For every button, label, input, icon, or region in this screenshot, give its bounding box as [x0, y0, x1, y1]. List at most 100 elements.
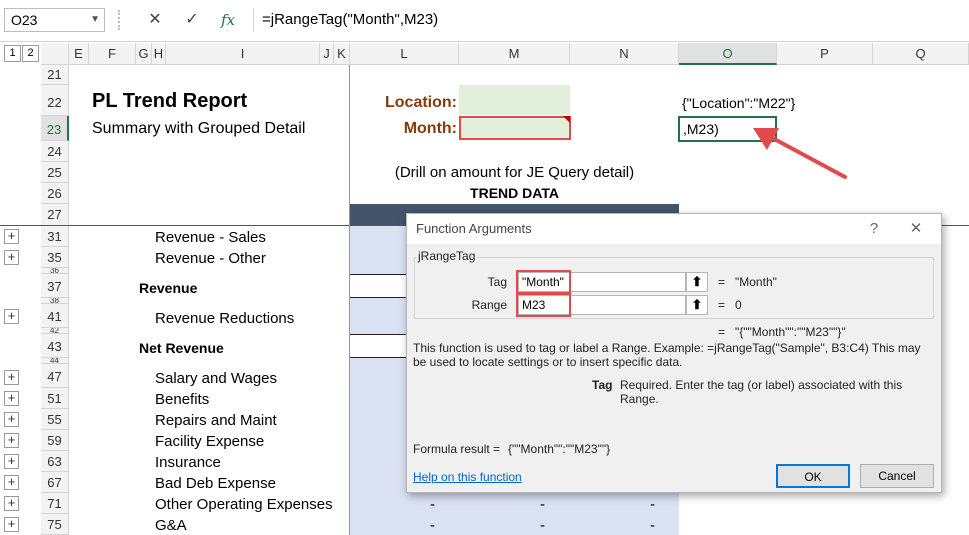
month-input-cell[interactable] [459, 116, 571, 140]
row-header-63[interactable]: 63 [41, 451, 69, 472]
enter-icon[interactable]: ✓ [180, 8, 204, 32]
col-header-j[interactable]: J [320, 43, 334, 65]
range-label: Range [471, 298, 507, 312]
row-header-47[interactable]: 47 [41, 364, 69, 388]
o23-cell[interactable]: ,M23) [683, 121, 719, 137]
expand-group-63[interactable]: + [4, 454, 19, 469]
row-header-35[interactable]: 35 [41, 247, 69, 268]
tag-highlight [516, 270, 571, 294]
line-item-facility-expense: Facility Expense [155, 433, 265, 450]
col-header-e[interactable]: E [69, 43, 89, 65]
col-header-g[interactable]: G [136, 43, 152, 65]
col-header-q[interactable]: Q [873, 43, 969, 65]
comment-indicator [563, 116, 570, 123]
line-item-revenue-reductions: Revenue Reductions [155, 310, 295, 327]
row-header-25[interactable]: 25 [41, 162, 69, 183]
expand-group-75[interactable]: + [4, 517, 19, 532]
outline-level-2[interactable]: 2 [22, 45, 39, 62]
row-header-43[interactable]: 43 [41, 334, 69, 358]
row-header-24[interactable]: 24 [41, 141, 69, 162]
report-title: PL Trend Report [92, 90, 248, 112]
formula-result-label: Formula result = [413, 442, 501, 456]
insert-function-icon[interactable]: fx [216, 8, 240, 32]
tag-collapse-icon[interactable]: ⬆ [686, 272, 708, 292]
overall-equals: = [718, 325, 726, 339]
cancel-button[interactable]: Cancel [860, 464, 934, 488]
col-header-p[interactable]: P [777, 43, 873, 65]
row-header-23[interactable]: 23 [41, 116, 69, 141]
overall-result: "{""Month"":""M23""}" [735, 325, 846, 339]
line-item-salary-wages: Salary and Wages [155, 370, 278, 387]
row-header-51[interactable]: 51 [41, 388, 69, 409]
function-description: This function is used to tag or label a … [413, 341, 921, 369]
value-m71[interactable]: - [540, 496, 545, 513]
range-collapse-icon[interactable]: ⬆ [686, 295, 708, 315]
row-header-26[interactable]: 26 [41, 183, 69, 204]
line-item-repairs-maint: Repairs and Maint [155, 412, 277, 429]
formula-bar: O23 ▼ ✕ ✓ fx =jRangeTag("Month",M23) [0, 0, 969, 42]
row-header-31[interactable]: 31 [41, 226, 69, 247]
col-header-m[interactable]: M [459, 43, 570, 65]
row-header-22[interactable]: 22 [41, 85, 69, 116]
select-all-corner[interactable] [41, 43, 69, 65]
row-header-71[interactable]: 71 [41, 493, 69, 514]
col-header-n[interactable]: N [570, 43, 679, 65]
location-input-cell[interactable] [459, 85, 570, 115]
o22-cell[interactable]: {"Location":"M22"} [682, 95, 795, 111]
chevron-down-icon[interactable]: ▼ [90, 9, 100, 31]
line-item-benefits: Benefits [155, 391, 210, 408]
report-subtitle: Summary with Grouped Detail [92, 120, 306, 137]
help-icon[interactable]: ? [859, 214, 889, 244]
range-result: 0 [735, 298, 742, 312]
outline-level-1[interactable]: 1 [4, 45, 21, 62]
expand-group-51[interactable]: + [4, 391, 19, 406]
expand-group-67[interactable]: + [4, 475, 19, 490]
row-header-59[interactable]: 59 [41, 430, 69, 451]
col-header-l[interactable]: L [350, 43, 459, 65]
col-header-o[interactable]: O [679, 43, 777, 65]
row-header-37[interactable]: 37 [41, 274, 69, 298]
col-header-f[interactable]: F [89, 43, 136, 65]
line-item-g-and-a: G&A [155, 517, 187, 534]
splitter[interactable] [118, 10, 120, 30]
expand-group-47[interactable]: + [4, 370, 19, 385]
line-item-revenue-sales: Revenue - Sales [155, 229, 266, 246]
row-header-67[interactable]: 67 [41, 472, 69, 493]
row-header-21[interactable]: 21 [41, 65, 69, 85]
formula-input[interactable]: =jRangeTag("Month",M23) [253, 8, 969, 32]
expand-group-41[interactable]: + [4, 309, 19, 324]
row-header-75[interactable]: 75 [41, 514, 69, 535]
value-l75[interactable]: - [430, 517, 435, 534]
value-n71[interactable]: - [650, 496, 655, 513]
drill-note: (Drill on amount for JE Query detail) [394, 164, 635, 181]
row-header-27[interactable]: 27 [41, 204, 69, 226]
line-item-insurance: Insurance [155, 454, 221, 471]
col-header-h[interactable]: H [152, 43, 166, 65]
line-item-revenue-other: Revenue - Other [155, 250, 266, 267]
col-header-i[interactable]: I [166, 43, 320, 65]
arg-help: Required. Enter the tag (or label) assoc… [620, 378, 903, 406]
tag-equals: = [718, 275, 726, 289]
expand-group-35[interactable]: + [4, 250, 19, 265]
col-header-k[interactable]: K [334, 43, 350, 65]
row-header-41[interactable]: 41 [41, 304, 69, 328]
close-icon[interactable]: ✕ [901, 214, 931, 244]
value-n75[interactable]: - [650, 517, 655, 534]
location-label: Location: [385, 94, 457, 111]
help-link[interactable]: Help on this function [413, 470, 522, 484]
name-box[interactable]: O23 ▼ [4, 8, 105, 32]
value-l71[interactable]: - [430, 496, 435, 513]
function-name: jRangeTag [416, 249, 478, 263]
expand-group-59[interactable]: + [4, 433, 19, 448]
cancel-icon[interactable]: ✕ [143, 8, 167, 32]
ok-button[interactable]: OK [776, 464, 850, 488]
month-label: Month: [403, 120, 457, 137]
value-m75[interactable]: - [540, 517, 545, 534]
expand-group-71[interactable]: + [4, 496, 19, 511]
row-header-55[interactable]: 55 [41, 409, 69, 430]
line-item-net-revenue: Net Revenue [139, 340, 224, 356]
expand-group-31[interactable]: + [4, 229, 19, 244]
line-item-other-operating: Other Operating Expenses [155, 496, 333, 513]
expand-group-55[interactable]: + [4, 412, 19, 427]
range-highlight [516, 293, 571, 317]
